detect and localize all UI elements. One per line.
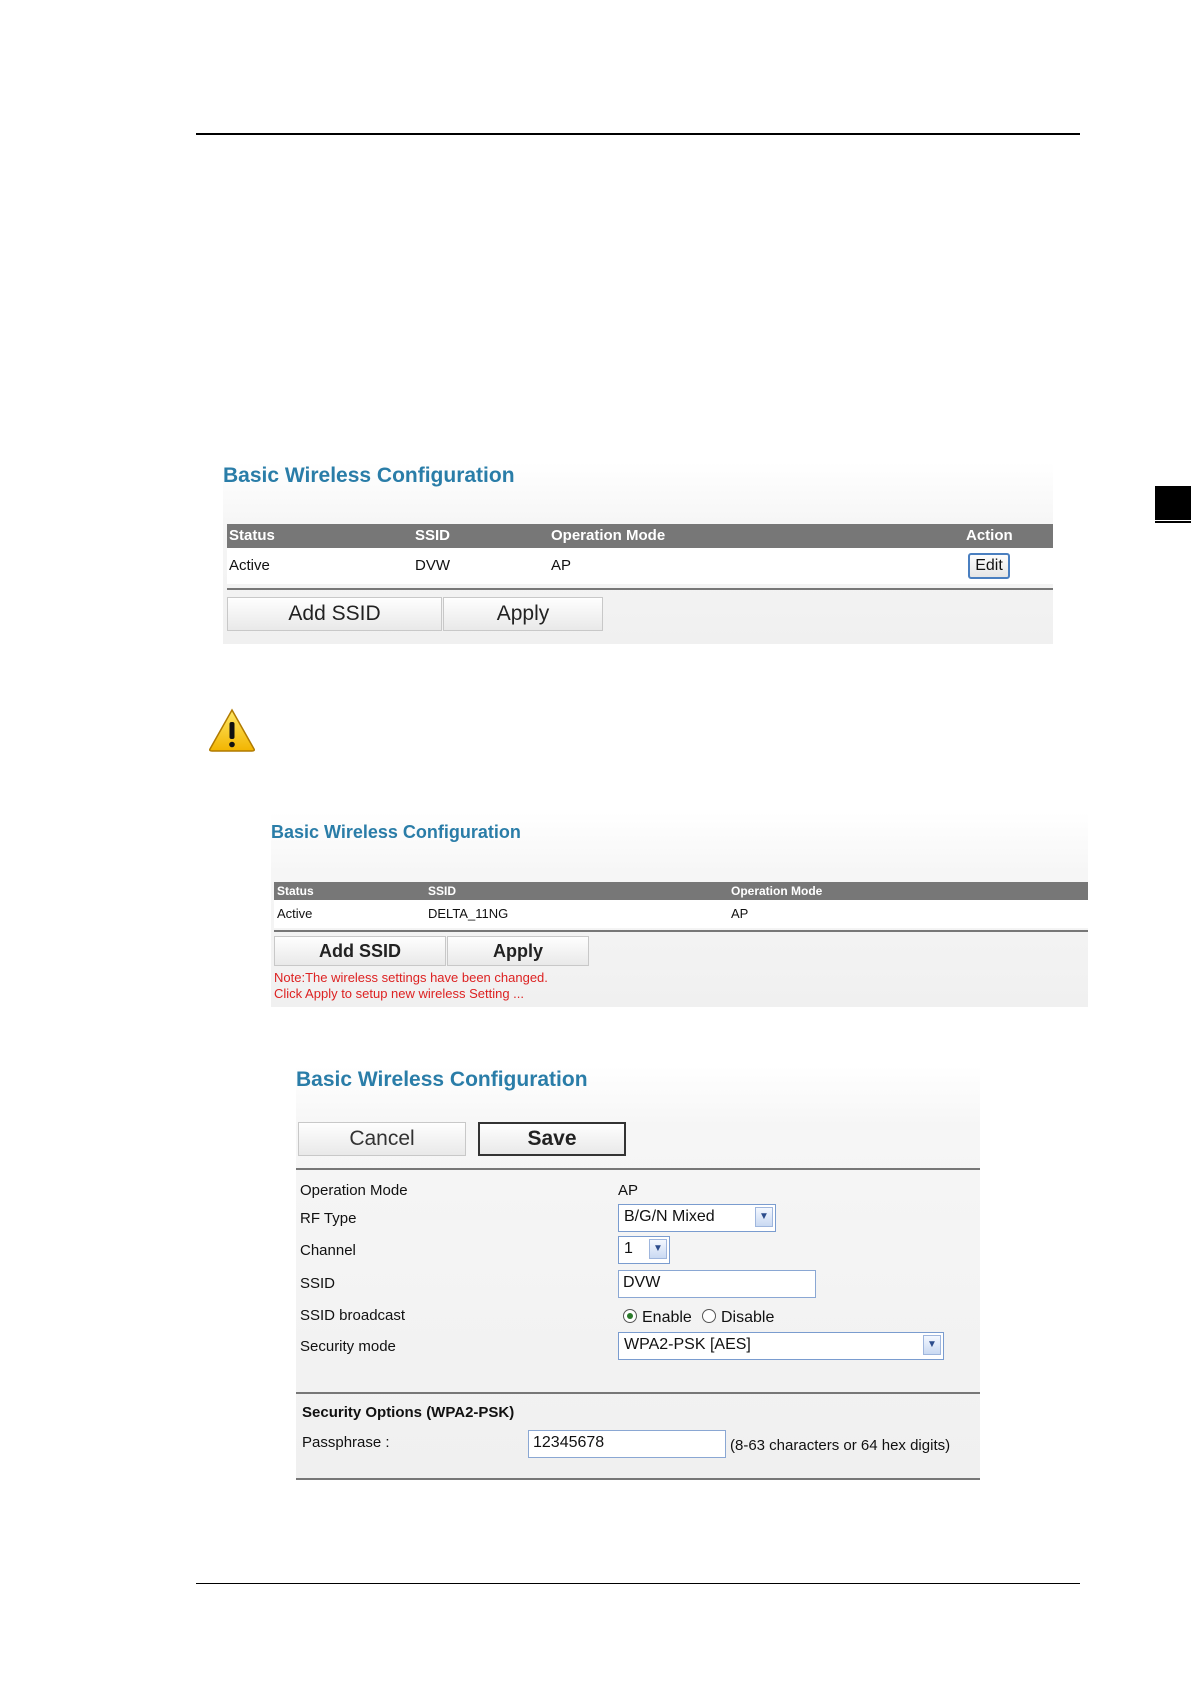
passphrase-input[interactable]: 12345678 xyxy=(528,1430,726,1458)
security-mode-value: WPA2-PSK [AES] xyxy=(624,1336,751,1353)
label-ssid: SSID xyxy=(300,1275,336,1292)
panel-basic-wireless-1: Basic Wireless Configuration Status SSID… xyxy=(223,462,1053,644)
note-apply: Click Apply to setup new wireless Settin… xyxy=(274,986,525,1001)
rf-type-value: B/G/N Mixed xyxy=(624,1208,715,1225)
security-heading: Security Options (WPA2-PSK) xyxy=(302,1404,515,1421)
table-separator xyxy=(227,588,1053,590)
col-ssid: SSID xyxy=(415,527,451,544)
panel-title: Basic Wireless Configuration xyxy=(271,822,521,842)
label-channel: Channel xyxy=(300,1242,356,1259)
channel-value: 1 xyxy=(624,1240,633,1257)
panel-title: Basic Wireless Configuration xyxy=(296,1068,588,1091)
row-ssid: DELTA_11NG xyxy=(428,906,509,921)
warning-icon xyxy=(209,708,255,752)
header-rule xyxy=(196,133,1080,135)
panel-basic-wireless-edit: Basic Wireless Configuration Cancel Save… xyxy=(296,1066,980,1480)
row-status: Active xyxy=(277,906,313,921)
radio-enable[interactable] xyxy=(623,1309,637,1323)
panel-title: Basic Wireless Configuration xyxy=(223,464,515,487)
apply-button[interactable]: Apply xyxy=(443,597,603,631)
col-status: Status xyxy=(229,527,275,544)
table-header: Status SSID Operation Mode Action xyxy=(227,524,1053,548)
ssid-input[interactable]: DVW xyxy=(618,1270,816,1298)
footer-rule xyxy=(196,1583,1080,1584)
add-ssid-button[interactable]: Add SSID xyxy=(227,597,442,631)
save-button[interactable]: Save xyxy=(478,1122,626,1156)
table-header: Status SSID Operation Mode xyxy=(274,882,1088,900)
edit-button[interactable]: Edit xyxy=(968,553,1010,579)
row-mode: AP xyxy=(731,906,749,921)
col-action: Action xyxy=(966,527,1013,544)
label-security-mode: Security mode xyxy=(300,1338,396,1355)
col-operation-mode: Operation Mode xyxy=(551,527,666,544)
add-ssid-button[interactable]: Add SSID xyxy=(274,936,446,966)
row-status: Active xyxy=(229,557,270,574)
label-rf-type: RF Type xyxy=(300,1210,357,1227)
apply-button[interactable]: Apply xyxy=(447,936,589,966)
chevron-down-icon[interactable]: ▼ xyxy=(755,1207,773,1227)
passphrase-hint: (8-63 characters or 64 hex digits) xyxy=(730,1437,951,1454)
security-separator xyxy=(296,1392,980,1394)
table-separator xyxy=(274,930,1088,932)
cancel-button[interactable]: Cancel xyxy=(298,1122,466,1156)
security-mode-select[interactable]: WPA2-PSK [AES] ▼ xyxy=(618,1332,944,1360)
radio-disable-label: Disable xyxy=(721,1309,775,1326)
col-ssid: SSID xyxy=(428,884,457,898)
chevron-down-icon[interactable]: ▼ xyxy=(649,1239,667,1259)
form-bottom-separator xyxy=(296,1478,980,1480)
form-separator xyxy=(296,1168,980,1170)
label-passphrase: Passphrase : xyxy=(302,1434,390,1451)
rf-type-select[interactable]: B/G/N Mixed ▼ xyxy=(618,1204,776,1232)
panel-basic-wireless-2: Basic Wireless Configuration Status SSID… xyxy=(271,812,1088,1007)
radio-disable[interactable] xyxy=(702,1309,716,1323)
label-operation-mode: Operation Mode xyxy=(300,1182,408,1199)
table-row: Active DELTA_11NG AP xyxy=(274,900,1088,928)
channel-select[interactable]: 1 ▼ xyxy=(618,1236,670,1264)
table-row: Active DVW AP Edit xyxy=(227,548,1053,584)
chapter-tab-line xyxy=(1155,521,1191,523)
row-ssid: DVW xyxy=(415,557,450,574)
label-ssid-broadcast: SSID broadcast xyxy=(300,1307,406,1324)
col-operation-mode: Operation Mode xyxy=(731,884,823,898)
note-changed: Note:The wireless settings have been cha… xyxy=(274,970,548,985)
col-status: Status xyxy=(277,884,314,898)
value-operation-mode: AP xyxy=(618,1182,639,1199)
chapter-tab xyxy=(1155,486,1191,520)
radio-enable-label: Enable xyxy=(642,1309,692,1326)
chevron-down-icon[interactable]: ▼ xyxy=(923,1335,941,1355)
row-mode: AP xyxy=(551,557,572,574)
